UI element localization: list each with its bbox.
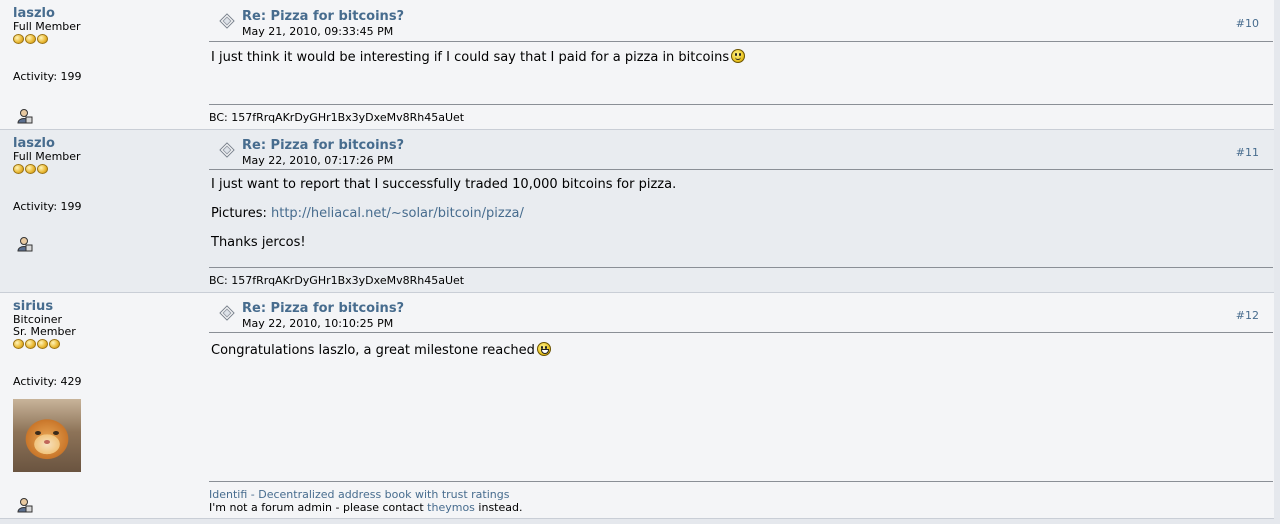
star-icon bbox=[13, 339, 24, 349]
post-body: Congratulations laszlo, a great mileston… bbox=[211, 342, 551, 359]
post: laszlo Full Member Activity: 199 Re: Piz… bbox=[0, 130, 1274, 293]
signature-divider bbox=[209, 481, 1273, 482]
header-divider bbox=[209, 332, 1273, 333]
post-header: Re: Pizza for bitcoins? May 22, 2010, 07… bbox=[214, 137, 1264, 167]
profile-icon[interactable] bbox=[17, 497, 33, 513]
profile-icon[interactable] bbox=[17, 108, 33, 124]
username-link[interactable]: laszlo bbox=[13, 6, 193, 21]
signature-divider bbox=[209, 267, 1273, 268]
post-date: May 21, 2010, 09:33:45 PM bbox=[242, 25, 394, 38]
post-title-link[interactable]: Re: Pizza for bitcoins? bbox=[242, 138, 404, 153]
pictures-label: Pictures: bbox=[211, 206, 267, 221]
post-text: I just think it would be interesting if … bbox=[211, 50, 730, 65]
avatar bbox=[13, 399, 81, 472]
signature-divider bbox=[209, 104, 1273, 105]
post-date: May 22, 2010, 10:10:25 PM bbox=[242, 317, 394, 330]
post: sirius Bitcoiner Sr. Member Activity: 42… bbox=[0, 293, 1274, 519]
post-date: May 22, 2010, 07:17:26 PM bbox=[242, 154, 394, 167]
post-title-link[interactable]: Re: Pizza for bitcoins? bbox=[242, 9, 404, 24]
poster-info: laszlo Full Member Activity: 199 bbox=[13, 6, 193, 83]
member-rank: Full Member bbox=[13, 150, 81, 163]
star-icon bbox=[37, 339, 48, 349]
signature-text-end: instead. bbox=[478, 501, 523, 514]
star-icon bbox=[49, 339, 60, 349]
rank-stars bbox=[13, 339, 193, 349]
post-number-link[interactable]: #10 bbox=[1236, 17, 1259, 30]
smiley-icon bbox=[731, 49, 746, 63]
grin-icon bbox=[536, 342, 551, 356]
rank-stars bbox=[13, 34, 193, 44]
signature: BC: 157fRrqAKrDyGHr1Bx3yDxeMv8Rh45aUet bbox=[209, 111, 465, 124]
post-text: Congratulations laszlo, a great mileston… bbox=[211, 343, 535, 358]
post: laszlo Full Member Activity: 199 Re: Piz… bbox=[0, 0, 1274, 130]
profile-icon[interactable] bbox=[17, 236, 33, 252]
star-icon bbox=[25, 34, 36, 44]
star-icon bbox=[37, 34, 48, 44]
star-icon bbox=[13, 34, 24, 44]
signature: Identifi - Decentralized address book wi… bbox=[209, 488, 522, 514]
post-body: I just think it would be interesting if … bbox=[211, 49, 746, 66]
thread: laszlo Full Member Activity: 199 Re: Piz… bbox=[0, 0, 1280, 524]
rank-stars bbox=[13, 164, 193, 174]
post-title-link[interactable]: Re: Pizza for bitcoins? bbox=[242, 301, 404, 316]
star-icon bbox=[25, 164, 36, 174]
post-text: I just want to report that I successfull… bbox=[211, 177, 677, 192]
header-divider bbox=[209, 41, 1273, 42]
document-icon bbox=[219, 13, 235, 29]
post-header: Re: Pizza for bitcoins? May 22, 2010, 10… bbox=[214, 300, 1264, 330]
activity-count: Activity: 199 bbox=[13, 70, 82, 83]
star-icon bbox=[13, 164, 24, 174]
signature-text: I'm not a forum admin - please contact bbox=[209, 501, 424, 514]
document-icon bbox=[219, 142, 235, 158]
username-link[interactable]: laszlo bbox=[13, 136, 193, 151]
poster-info: sirius Bitcoiner Sr. Member Activity: 42… bbox=[13, 299, 193, 388]
activity-count: Activity: 199 bbox=[13, 200, 82, 213]
post-text: Thanks jercos! bbox=[211, 235, 306, 250]
document-icon bbox=[219, 305, 235, 321]
signature-link[interactable]: Identifi - Decentralized address book wi… bbox=[209, 488, 509, 501]
post-header: Re: Pizza for bitcoins? May 21, 2010, 09… bbox=[214, 8, 1264, 38]
username-link[interactable]: sirius bbox=[13, 299, 193, 314]
post-number-link[interactable]: #11 bbox=[1236, 146, 1259, 159]
theymos-link[interactable]: theymos bbox=[427, 501, 475, 514]
post-number-link[interactable]: #12 bbox=[1236, 309, 1259, 322]
poster-info: laszlo Full Member Activity: 199 bbox=[13, 136, 193, 213]
pictures-link[interactable]: http://heliacal.net/~solar/bitcoin/pizza… bbox=[271, 206, 524, 221]
star-icon bbox=[37, 164, 48, 174]
post-body: I just want to report that I successfull… bbox=[211, 177, 676, 251]
member-rank: Sr. Member bbox=[13, 325, 76, 338]
star-icon bbox=[25, 339, 36, 349]
pictures-line: Pictures: http://heliacal.net/~solar/bit… bbox=[211, 206, 676, 222]
header-divider bbox=[209, 169, 1273, 170]
activity-count: Activity: 429 bbox=[13, 375, 82, 388]
signature: BC: 157fRrqAKrDyGHr1Bx3yDxeMv8Rh45aUet bbox=[209, 274, 465, 287]
member-rank: Full Member bbox=[13, 20, 81, 33]
